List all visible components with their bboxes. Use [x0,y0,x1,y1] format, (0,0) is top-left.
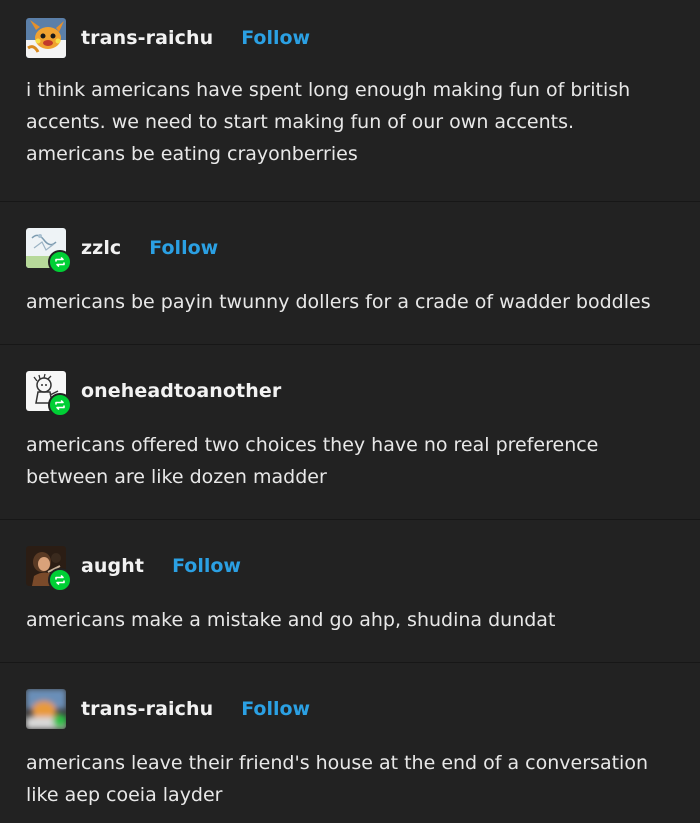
post-header: oneheadtoanother [26,345,674,417]
post-header: trans-raichu Follow [26,663,674,735]
username[interactable]: aught [81,555,144,577]
username[interactable]: trans-raichu [81,27,213,49]
blurred-avatar-icon [26,689,66,729]
post-body: americans be payin twunny dollers for a … [26,274,674,318]
follow-button[interactable]: Follow [241,27,310,49]
reblog-thread: trans-raichu Follow i think americans ha… [0,0,700,821]
post: aught Follow americans make a mistake an… [0,520,700,663]
post-text: americans leave their friend's house at … [26,752,648,806]
post-text: i think americans have spent long enough… [26,79,631,165]
reblog-icon [48,250,72,274]
raichu-avatar-icon [26,18,66,58]
follow-button[interactable]: Follow [241,698,310,720]
username[interactable]: oneheadtoanother [81,380,281,402]
post-body: americans leave their friend's house at … [26,735,674,811]
follow-button[interactable]: Follow [149,237,218,259]
avatar[interactable] [26,546,72,592]
post-header: trans-raichu Follow [26,0,674,64]
post-text: americans be payin twunny dollers for a … [26,291,651,313]
post: trans-raichu Follow americans leave thei… [0,663,700,821]
reblog-icon [48,393,72,417]
avatar[interactable] [26,228,72,274]
username[interactable]: trans-raichu [81,698,213,720]
post-header: aught Follow [26,520,674,592]
post-header: zzlc Follow [26,202,674,274]
post: oneheadtoanother americans offered two c… [0,345,700,520]
post: trans-raichu Follow i think americans ha… [0,0,700,202]
follow-button[interactable]: Follow [172,555,241,577]
avatar[interactable] [26,371,72,417]
post-text: americans make a mistake and go ahp, shu… [26,609,556,631]
post-body: americans offered two choices they have … [26,417,674,493]
avatar[interactable] [26,689,66,729]
avatar[interactable] [26,18,66,58]
post: zzlc Follow americans be payin twunny do… [0,202,700,345]
post-body: i think americans have spent long enough… [26,64,674,170]
post-text: americans offered two choices they have … [26,434,599,488]
post-body: americans make a mistake and go ahp, shu… [26,592,674,636]
username[interactable]: zzlc [81,237,121,259]
reblog-icon [48,568,72,592]
